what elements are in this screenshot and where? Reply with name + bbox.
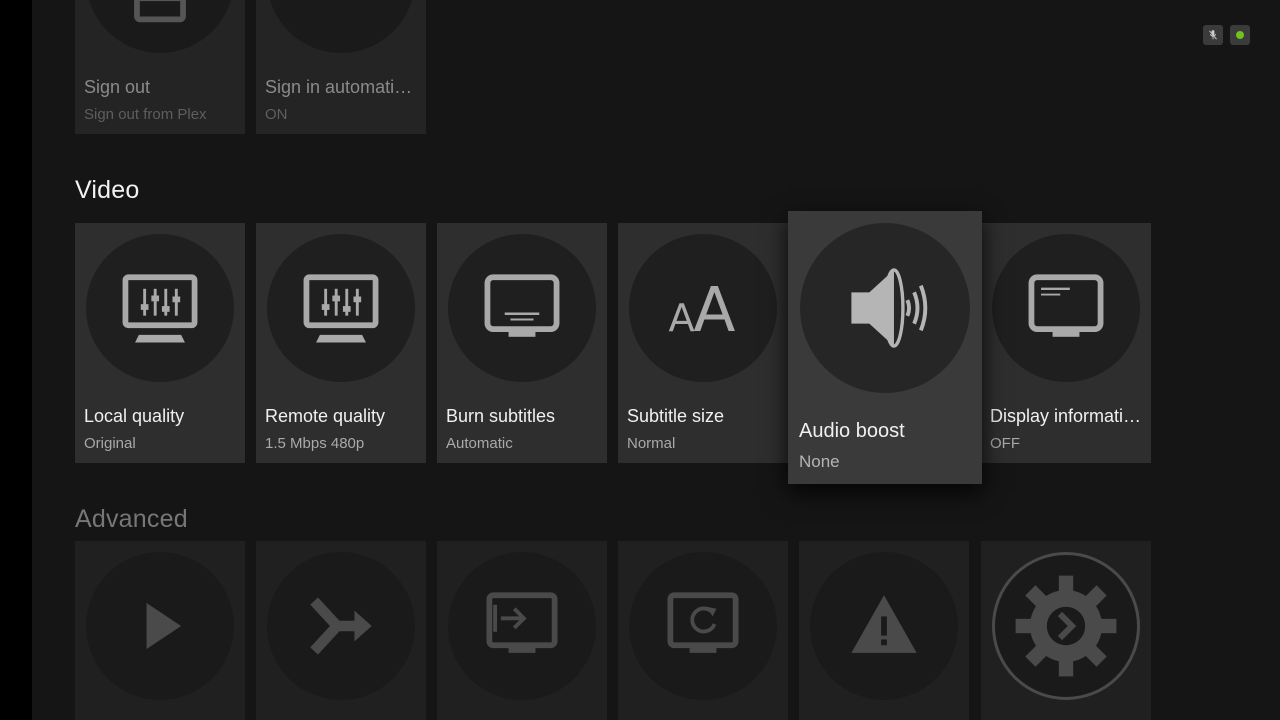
monitor-input-icon	[448, 552, 596, 700]
advanced-tile-merge[interactable]	[256, 541, 426, 720]
sign-in-automatically-tile[interactable]: Sign in automatically ON	[256, 0, 426, 134]
local-quality-value: Original	[84, 435, 136, 452]
speaker-icon	[800, 223, 970, 393]
connection-status-dot	[1236, 31, 1244, 39]
sign-in-automatically-value: ON	[265, 106, 288, 123]
monitor-info-icon	[992, 234, 1140, 382]
sign-in-automatically-label: Sign in automatically	[265, 77, 417, 97]
display-information-tile[interactable]: Display informatio… OFF	[981, 223, 1151, 463]
local-quality-tile[interactable]: Local quality Original	[75, 223, 245, 463]
monitor-subtitles-icon	[448, 234, 596, 382]
advanced-tile-refresh[interactable]	[618, 541, 788, 720]
remote-quality-label: Remote quality	[265, 406, 386, 426]
display-information-label: Display informatio…	[990, 406, 1142, 426]
advanced-section-title: Advanced	[75, 505, 188, 533]
warning-icon	[810, 552, 958, 700]
audio-boost-label: Audio boost	[799, 420, 905, 442]
audio-boost-value: None	[799, 452, 840, 471]
display-information-value: OFF	[990, 435, 1020, 452]
advanced-tile-input[interactable]	[437, 541, 607, 720]
local-quality-label: Local quality	[84, 406, 185, 426]
play-icon	[86, 552, 234, 700]
connection-status-icon	[1230, 25, 1250, 45]
svg-text:A: A	[668, 296, 694, 341]
merge-arrow-icon	[267, 552, 415, 700]
subtitle-size-value: Normal	[627, 435, 676, 452]
sign-out-tile[interactable]: Sign out Sign out from Plex	[75, 0, 245, 134]
monitor-sliders-icon	[86, 234, 234, 382]
microphone-muted-icon	[1203, 25, 1223, 45]
plex-gear-icon	[992, 552, 1140, 700]
advanced-tile-playback[interactable]	[75, 541, 245, 720]
sign-out-icon	[86, 0, 234, 53]
remote-quality-tile[interactable]: Remote quality 1.5 Mbps 480p	[256, 223, 426, 463]
video-section-title: Video	[75, 176, 140, 204]
burn-subtitles-value: Automatic	[446, 435, 513, 452]
plex-settings-screen: Sign out Sign out from Plex Sign in auto…	[0, 0, 1280, 720]
sign-out-value: Sign out from Plex	[84, 106, 207, 123]
burn-subtitles-label: Burn subtitles	[446, 406, 556, 426]
sign-in-automatically-icon	[267, 0, 415, 53]
remote-quality-value: 1.5 Mbps 480p	[265, 435, 365, 452]
svg-text:A: A	[693, 275, 735, 346]
monitor-sliders-icon	[267, 234, 415, 382]
advanced-tile-plex-helper[interactable]	[981, 541, 1151, 720]
advanced-tile-warning[interactable]	[799, 541, 969, 720]
burn-subtitles-tile[interactable]: Burn subtitles Automatic	[437, 223, 607, 463]
subtitle-size-tile[interactable]: A A Subtitle size Normal	[618, 223, 788, 463]
audio-boost-tile[interactable]: Audio boost None	[788, 211, 982, 484]
monitor-refresh-icon	[629, 552, 777, 700]
sign-out-label: Sign out	[84, 77, 151, 97]
subtitle-size-label: Subtitle size	[627, 406, 725, 426]
font-size-icon: A A	[629, 234, 777, 382]
